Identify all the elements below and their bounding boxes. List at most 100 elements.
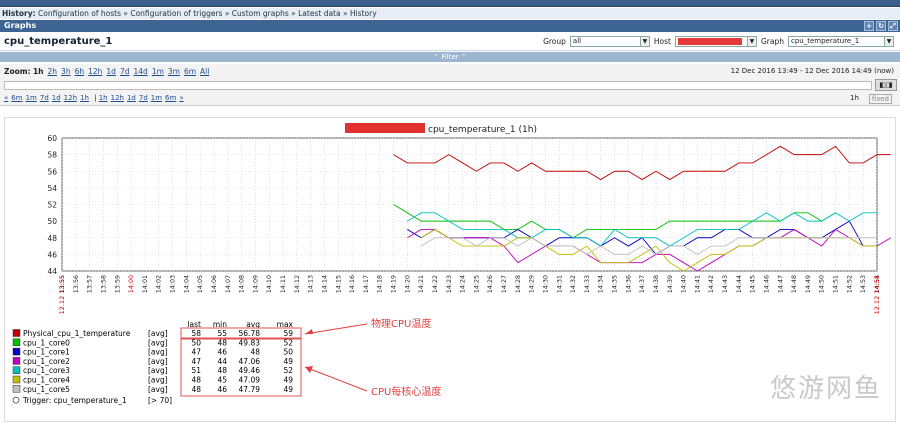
zoom-option-3h[interactable]: 3h bbox=[61, 67, 71, 76]
legend-name: cpu_1_core1 bbox=[23, 348, 70, 357]
x-tick-label: 14:05 bbox=[197, 275, 204, 293]
graph-select[interactable]: cpu_temperature_1 ▼ bbox=[788, 36, 894, 47]
chart-title: cpu_temperature_1 (1h) bbox=[428, 125, 537, 135]
x-tick-label: 14:15 bbox=[335, 275, 342, 293]
x-tick-label: 14:08 bbox=[239, 275, 246, 293]
host-select[interactable]: ▼ bbox=[674, 36, 757, 47]
legend-avg: 49.46 bbox=[239, 366, 261, 375]
nav-back-12h[interactable]: 12h bbox=[64, 94, 77, 102]
arrow-head-physical bbox=[305, 329, 313, 334]
legend-name: cpu_1_core2 bbox=[23, 357, 70, 366]
range-now: (now) bbox=[874, 67, 894, 75]
legend-min: 55 bbox=[217, 329, 227, 338]
zoom-option-All[interactable]: All bbox=[200, 67, 209, 76]
refresh-icon[interactable]: ↻ bbox=[876, 21, 886, 31]
x-tick-label: 13:59 bbox=[114, 275, 121, 293]
nav-back-6m[interactable]: 6m bbox=[11, 94, 22, 102]
nav-fwd-12h[interactable]: 12h bbox=[111, 94, 124, 102]
legend-name: cpu_1_core5 bbox=[23, 385, 70, 394]
nav-fwd-1d[interactable]: 1d bbox=[127, 94, 136, 102]
x-tick-label: 14:17 bbox=[363, 275, 370, 293]
x-tick-label: 14:04 bbox=[183, 275, 190, 293]
trigger-label: Trigger: cpu_temperature_1 bbox=[22, 396, 127, 405]
zoom-option-3m[interactable]: 3m bbox=[168, 67, 180, 76]
period-value: 1h bbox=[850, 94, 859, 102]
x-tick-label: 14:02 bbox=[156, 275, 163, 293]
x-tick-label: 14:32 bbox=[570, 275, 577, 293]
legend-avg: 47.79 bbox=[239, 385, 261, 394]
filter-toggle[interactable]: ⌃ Filter ⌃ bbox=[0, 52, 900, 62]
zoom-option-14d[interactable]: 14d bbox=[134, 67, 148, 76]
legend-avg: 49.83 bbox=[239, 338, 261, 347]
legend-last: 47 bbox=[191, 357, 201, 366]
nav-fwd-1h[interactable]: 1h bbox=[99, 94, 108, 102]
group-select[interactable]: all ▼ bbox=[569, 36, 650, 47]
x-tick-label: 14:29 bbox=[529, 275, 536, 293]
fixed-toggle[interactable]: fixed bbox=[868, 94, 892, 104]
zoom-option-2h[interactable]: 2h bbox=[48, 67, 58, 76]
x-tick-label: 13:58 bbox=[100, 275, 107, 293]
watermark: 悠游网鱼 bbox=[769, 374, 882, 404]
scrollbar-handle[interactable]: ◧◨ bbox=[875, 79, 897, 91]
nav-back-1m[interactable]: 1m bbox=[26, 94, 37, 102]
fullscreen-icon[interactable]: ⤢ bbox=[888, 21, 898, 31]
zoom-option-6h[interactable]: 6h bbox=[75, 67, 85, 76]
x-tick-label: 14:41 bbox=[694, 275, 701, 293]
x-tick-label: 14:38 bbox=[653, 275, 660, 293]
nav-back-«[interactable]: « bbox=[4, 94, 8, 102]
legend-swatch bbox=[12, 366, 21, 374]
range-from: 12 Dec 2016 13:49 bbox=[730, 67, 798, 75]
legend-max: 49 bbox=[283, 385, 293, 394]
legend-avg: 56.78 bbox=[239, 329, 261, 338]
x-tick-label: 14:27 bbox=[501, 275, 508, 293]
x-tick-label: 14:20 bbox=[404, 275, 411, 293]
x-tick-label: 14:37 bbox=[639, 275, 646, 293]
plot-area bbox=[61, 137, 878, 272]
zoom-option-7d[interactable]: 7d bbox=[120, 67, 130, 76]
nav-fwd-»[interactable]: » bbox=[179, 94, 183, 102]
x-tick-label: 14:48 bbox=[791, 275, 798, 293]
zoom-option-12h[interactable]: 12h bbox=[88, 67, 102, 76]
history-crumbs[interactable]: Configuration of hosts » Configuration o… bbox=[38, 9, 377, 18]
x-tick-label: 14:47 bbox=[777, 275, 784, 293]
graph-label: Graph bbox=[760, 37, 784, 46]
x-tick-label: 14:36 bbox=[625, 275, 632, 293]
x-tick-label: 13:56 bbox=[73, 275, 80, 293]
x-tick-label: 14:23 bbox=[446, 275, 453, 293]
nav-back-7d[interactable]: 7d bbox=[40, 94, 49, 102]
zoom-option-1h[interactable]: 1h bbox=[33, 67, 44, 76]
legend-max: 50 bbox=[283, 348, 293, 357]
legend-last: 58 bbox=[191, 329, 201, 338]
legend-max: 52 bbox=[283, 338, 293, 347]
zoom-option-6m[interactable]: 6m bbox=[184, 67, 196, 76]
nav-fwd-1m[interactable]: 1m bbox=[151, 94, 162, 102]
legend-swatch bbox=[12, 329, 21, 337]
x-tick-label: 14:12 bbox=[294, 275, 301, 293]
time-scrollbar[interactable] bbox=[4, 81, 872, 90]
zoom-option-1d[interactable]: 1d bbox=[106, 67, 116, 76]
range-separator: - bbox=[799, 67, 803, 75]
legend-avg: 47.06 bbox=[239, 357, 261, 366]
legend-swatch bbox=[12, 385, 21, 393]
chevron-down-icon: ▼ bbox=[639, 37, 649, 46]
legend-min: 46 bbox=[217, 385, 227, 394]
zoom-option-1m[interactable]: 1m bbox=[152, 67, 164, 76]
legend-min: 46 bbox=[217, 348, 227, 357]
nav-back-1d[interactable]: 1d bbox=[52, 94, 61, 102]
legend-func: [avg] bbox=[148, 385, 168, 394]
x-tick-label: 14:06 bbox=[211, 275, 218, 293]
nav-fwd-7d[interactable]: 7d bbox=[139, 94, 148, 102]
temperature-chart: 13:55 13:56 13:57 13:58 13:59 14:00 14:01 14:02… bbox=[12, 123, 892, 405]
top-nav-items[interactable] bbox=[0, 0, 900, 6]
legend-min: 44 bbox=[217, 357, 227, 366]
add-to-favourites-icon[interactable]: + bbox=[864, 21, 874, 31]
nav-fwd-6m[interactable]: 6m bbox=[165, 94, 176, 102]
x-tick-label: 14:44 bbox=[736, 275, 743, 293]
legend-max: 49 bbox=[283, 357, 293, 366]
group-select-value: all bbox=[572, 37, 582, 45]
history-label: History: bbox=[2, 9, 36, 18]
nav-back-1h[interactable]: 1h bbox=[80, 94, 89, 102]
x-tick-label: 14:46 bbox=[763, 275, 770, 293]
top-navigation bbox=[0, 0, 900, 7]
graph-title-row: cpu_temperature_1 Group all ▼ Host ▼ Grap… bbox=[0, 33, 900, 51]
